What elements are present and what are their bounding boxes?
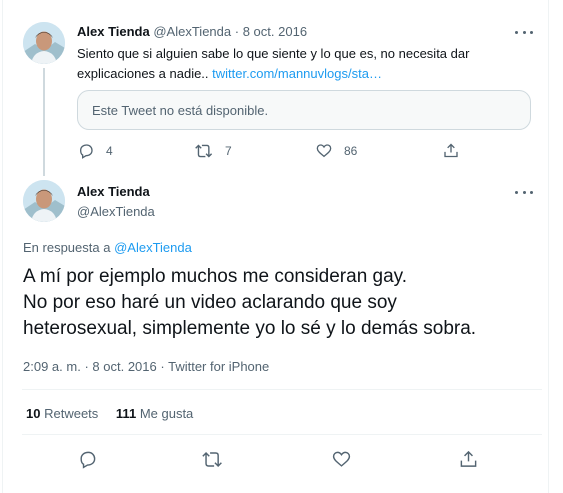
share-icon bbox=[444, 143, 458, 158]
reply-icon bbox=[80, 451, 96, 469]
retweet-icon bbox=[202, 452, 222, 467]
tweet-text: A mí por ejemplo muchos me consideran ga… bbox=[23, 266, 477, 339]
divider bbox=[22, 389, 542, 390]
more-icon bbox=[515, 190, 518, 194]
separator: · bbox=[84, 359, 89, 374]
divider bbox=[22, 434, 542, 435]
author-handle[interactable]: @AlexTienda bbox=[77, 204, 155, 219]
likes-count: 111 bbox=[115, 406, 137, 421]
right-border bbox=[548, 0, 549, 493]
separator: · bbox=[234, 24, 240, 39]
likes-stat[interactable]: 111 Me gusta bbox=[116, 406, 193, 421]
more-options-button[interactable] bbox=[515, 186, 533, 198]
tweet-stats: 10 Retweets 111 Me gusta bbox=[26, 406, 193, 421]
like-count: 86 bbox=[344, 144, 358, 158]
like-button[interactable]: 86 bbox=[316, 143, 357, 159]
tweet-text: Siento que si alguien sabe lo que siente… bbox=[77, 44, 527, 84]
likes-label: Me gusta bbox=[139, 406, 194, 421]
tweet-date[interactable]: 8 oct. 2016 bbox=[243, 24, 307, 39]
tweet-source[interactable]: Twitter for iPhone bbox=[168, 359, 269, 374]
retweet-count: 7 bbox=[225, 144, 232, 158]
retweets-stat[interactable]: 10 Retweets bbox=[26, 406, 102, 421]
retweets-label: Retweets bbox=[44, 406, 99, 421]
tweet-link[interactable]: twitter.com/mannuvlogs/sta… bbox=[212, 66, 382, 81]
tweet-date[interactable]: 8 oct. 2016 bbox=[92, 359, 156, 374]
reply-count: 4 bbox=[106, 144, 113, 158]
share-icon bbox=[460, 450, 477, 467]
more-icon bbox=[515, 30, 518, 34]
reply-to-label: En respuesta a bbox=[23, 240, 111, 255]
left-border bbox=[2, 0, 3, 493]
tweet-time[interactable]: 2:09 a. m. bbox=[23, 359, 81, 374]
retweet-icon bbox=[195, 144, 213, 158]
retweets-count: 10 bbox=[26, 406, 41, 421]
author-handle[interactable]: @AlexTienda bbox=[153, 24, 231, 39]
tweet-header: Alex Tienda @AlexTienda · 8 oct. 2016 bbox=[77, 24, 307, 39]
quoted-unavailable-text: Este Tweet no está disponible. bbox=[92, 103, 269, 118]
thread-connector bbox=[43, 68, 45, 176]
reply-button[interactable]: 4 bbox=[78, 143, 113, 159]
reply-button[interactable] bbox=[78, 450, 97, 469]
quoted-tweet-unavailable: Este Tweet no está disponible. bbox=[77, 90, 531, 130]
reply-to-handle[interactable]: @AlexTienda bbox=[114, 240, 192, 255]
retweet-button[interactable] bbox=[202, 450, 223, 469]
avatar[interactable] bbox=[23, 22, 65, 64]
retweet-button[interactable]: 7 bbox=[195, 143, 232, 159]
share-button[interactable] bbox=[443, 142, 459, 159]
like-icon bbox=[316, 144, 332, 158]
author-name[interactable]: Alex Tienda bbox=[77, 184, 150, 199]
like-button[interactable] bbox=[332, 450, 351, 469]
tweet-meta: 2:09 a. m. · 8 oct. 2016 · Twitter for i… bbox=[23, 359, 269, 374]
author-name[interactable]: Alex Tienda bbox=[77, 24, 150, 39]
share-button[interactable] bbox=[459, 449, 478, 469]
reply-icon bbox=[79, 144, 93, 159]
separator: · bbox=[160, 359, 165, 374]
reply-context: En respuesta a @AlexTienda bbox=[23, 240, 192, 255]
avatar[interactable] bbox=[23, 180, 65, 222]
like-icon bbox=[332, 451, 351, 467]
more-options-button[interactable] bbox=[515, 26, 533, 38]
